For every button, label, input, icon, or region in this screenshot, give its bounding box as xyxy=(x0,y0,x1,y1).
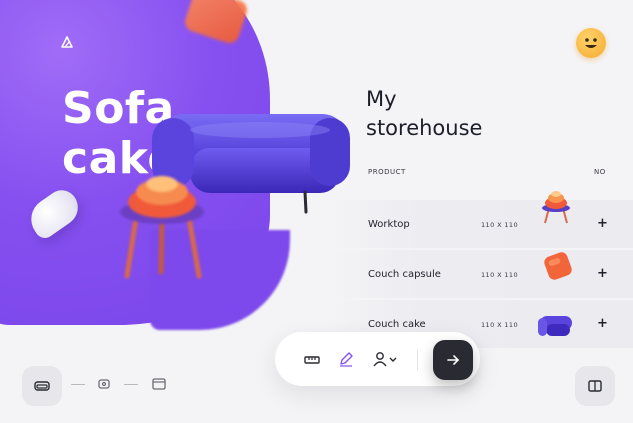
step-connector xyxy=(124,384,138,385)
arrow-right-icon xyxy=(447,355,460,365)
page-title: My storehouse xyxy=(366,85,546,143)
toolbar-divider xyxy=(417,350,418,370)
product-size: 110 X 110 xyxy=(481,221,518,229)
stool-icon xyxy=(542,191,570,224)
stool-image xyxy=(120,176,204,279)
add-button[interactable]: + xyxy=(597,216,608,231)
window-icon[interactable] xyxy=(151,376,167,392)
pillow-icon xyxy=(544,252,572,280)
sofa-icon xyxy=(34,381,50,391)
chevron-down-icon[interactable] xyxy=(387,350,399,368)
ruler-icon[interactable] xyxy=(303,351,321,369)
next-button[interactable] xyxy=(433,340,473,380)
panel-toggle-button[interactable] xyxy=(575,366,615,406)
logo-icon xyxy=(61,36,73,48)
avatar[interactable] xyxy=(576,28,606,58)
step-connector xyxy=(71,384,85,385)
page-title-line: storehouse xyxy=(366,116,483,140)
app-screen: Sofa cake My storehouse PRODUCT NO Workt… xyxy=(0,0,633,423)
product-size: 110 X 110 xyxy=(481,321,518,329)
sofa-category-button[interactable] xyxy=(22,366,62,406)
chair-icon[interactable] xyxy=(96,376,112,392)
add-button[interactable]: + xyxy=(597,266,608,281)
product-name: Worktop xyxy=(368,219,410,230)
product-name: Couch capsule xyxy=(368,269,441,280)
column-header-no: NO xyxy=(594,168,606,176)
product-size: 110 X 110 xyxy=(481,271,518,279)
panel-icon xyxy=(588,380,602,392)
smiley-face-icon xyxy=(585,38,597,48)
column-header-product: PRODUCT xyxy=(368,168,406,176)
page-title-line: My xyxy=(366,87,397,111)
product-name: Couch cake xyxy=(368,319,426,330)
pen-icon[interactable] xyxy=(337,350,355,368)
add-button[interactable]: + xyxy=(597,316,608,331)
sofa-icon xyxy=(538,316,572,336)
